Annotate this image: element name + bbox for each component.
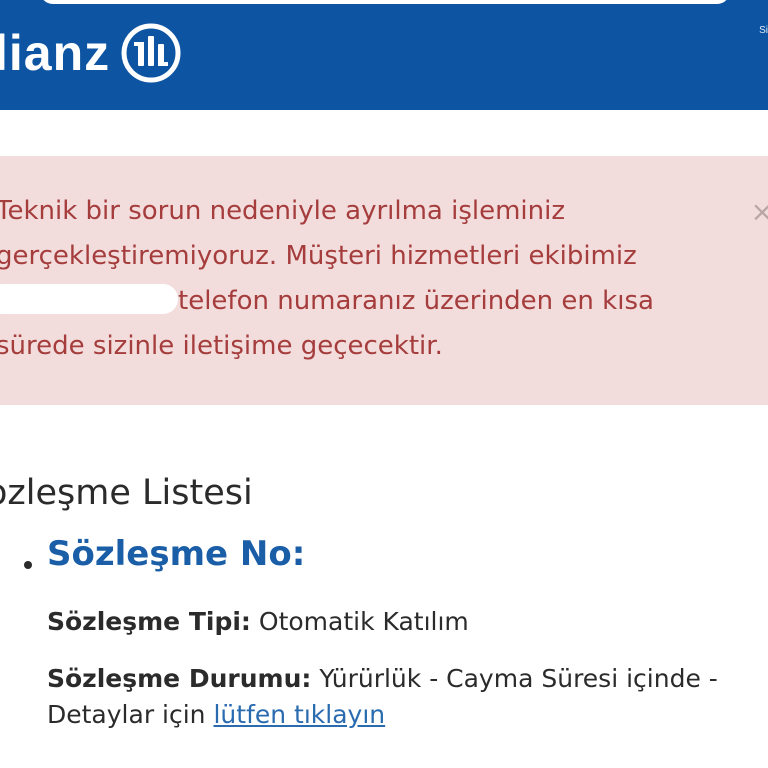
alert-line-3-text: telefon numaranız üzerinden en kısa (178, 286, 654, 316)
contract-type-label: Sözleşme Tipi: (47, 607, 251, 636)
page: lianz Si Teknik bir sorun nedeniyle ayrı… (0, 0, 768, 768)
alert-line-3: telefon numaranız üzerinden en kısa (0, 279, 716, 324)
alert-line-2: gerçekleştiremiyoruz. Müşteri hizmetleri… (0, 241, 637, 271)
contract-number-label: Sözleşme No: (47, 534, 306, 574)
alert-line-4: sürede sizinle iletişime geçecektir. (0, 331, 443, 361)
brand-logo[interactable]: lianz (0, 18, 182, 88)
details-text: Detaylar için (47, 700, 206, 729)
bullet-icon (24, 561, 32, 569)
search-bar[interactable] (40, 0, 730, 4)
close-icon[interactable]: × (751, 198, 768, 226)
alert-message: Teknik bir sorun nedeniyle ayrılma işlem… (0, 189, 716, 369)
contract-type-row: Sözleşme Tipi: Otomatik Katılım (47, 604, 469, 640)
header-corner-text[interactable]: Si (759, 26, 768, 36)
contract-status-row: Sözleşme Durumu: Yürürlük - Cayma Süresi… (47, 661, 718, 697)
contract-details-row: Detaylar için lütfen tıklayın (47, 697, 385, 733)
details-link[interactable]: lütfen tıklayın (213, 700, 385, 729)
logo-wordmark: lianz (0, 25, 111, 81)
allianz-eagle-icon (121, 23, 181, 83)
contract-type-value: Otomatik Katılım (258, 607, 469, 636)
redacted-phone-number (0, 284, 178, 314)
contract-status-value: Yürürlük - Cayma Süresi içinde - (319, 664, 718, 693)
contract-list-title: ozleşme Listesi (0, 473, 253, 513)
top-header: lianz Si (0, 0, 768, 110)
alert-line-1: Teknik bir sorun nedeniyle ayrılma işlem… (0, 196, 566, 226)
contract-status-label: Sözleşme Durumu: (47, 664, 312, 693)
